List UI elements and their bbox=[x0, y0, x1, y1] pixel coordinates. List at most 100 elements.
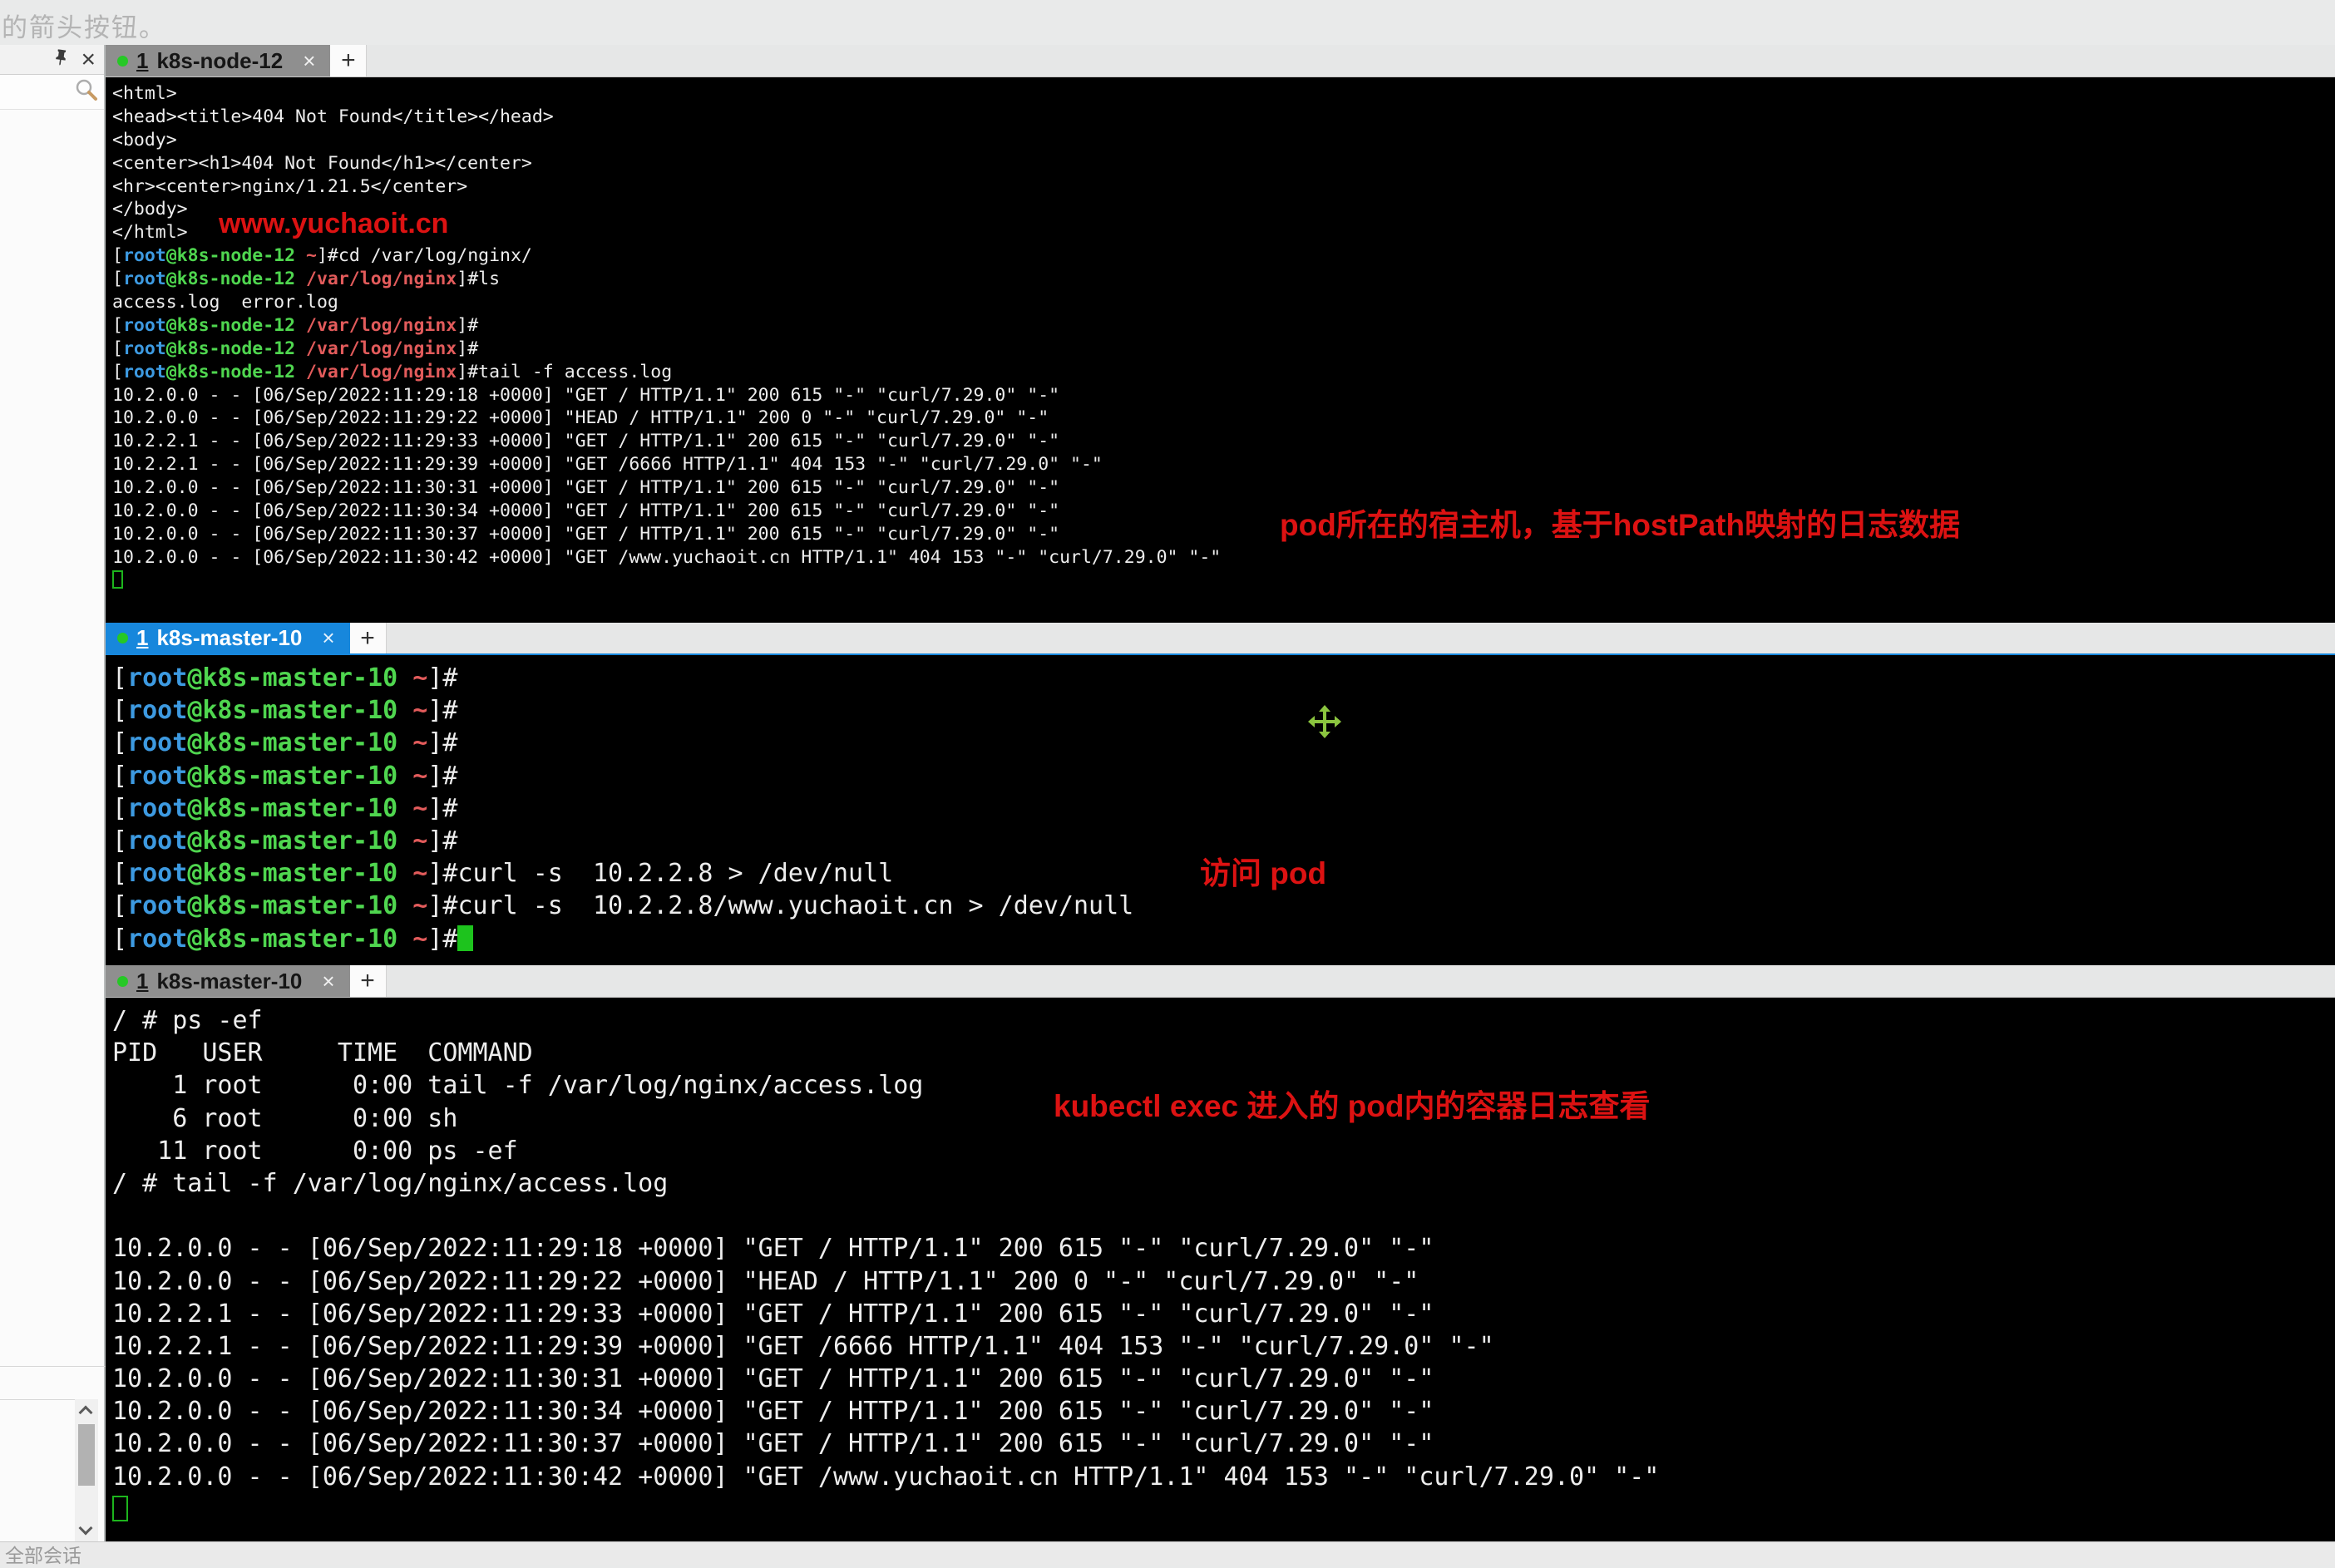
move-crosshair-cursor-icon bbox=[1310, 707, 1340, 737]
session-manager-panel: × bbox=[0, 45, 106, 1541]
text-segment: 10.2.0.0 - - [06/Sep/2022:11:30:37 +0000… bbox=[112, 524, 1059, 545]
text-segment: root bbox=[127, 762, 187, 791]
text-segment: /var/log/nginx bbox=[306, 315, 457, 336]
panel-header: × bbox=[0, 45, 104, 75]
text-segment: root bbox=[127, 859, 187, 888]
terminal-prompt-line: [root@k8s-node-12 /var/log/nginx]# bbox=[112, 314, 2335, 338]
close-tab-icon[interactable]: × bbox=[322, 625, 334, 651]
terminal-output-line: <html> bbox=[112, 82, 2335, 106]
terminal-output-line: 10.2.2.1 - - [06/Sep/2022:11:29:33 +0000… bbox=[112, 430, 2335, 453]
text-segment: 10.2.0.0 - - [06/Sep/2022:11:29:18 +0000… bbox=[112, 1234, 1434, 1263]
terminal-pane-master10: 1 k8s-master-10 × + [root@k8s-master-10 … bbox=[106, 623, 2335, 965]
terminal-output-line: <hr><center>nginx/1.21.5</center> bbox=[112, 175, 2335, 199]
text-segment: </html> bbox=[112, 222, 188, 243]
tab-number: 1 bbox=[136, 969, 148, 994]
text-segment: 6 root 0:00 sh bbox=[112, 1104, 457, 1133]
sidebar-scrollbar[interactable] bbox=[75, 1399, 98, 1541]
text-segment: ]# bbox=[427, 859, 457, 888]
text-segment: 10.2.0.0 - - [06/Sep/2022:11:30:42 +0000… bbox=[112, 547, 1221, 568]
terminal-prompt-line: [root@k8s-node-12 /var/log/nginx]# bbox=[112, 338, 2335, 361]
pin-icon[interactable] bbox=[52, 48, 71, 71]
terminal-prompt-line: [root@k8s-master-10 ~]# bbox=[112, 662, 2335, 694]
terminal-prompt-line: [root@k8s-master-10 ~]# bbox=[112, 727, 2335, 759]
text-segment: 10.2.2.1 - - [06/Sep/2022:11:29:39 +0000… bbox=[112, 454, 1103, 475]
text-segment: root bbox=[123, 245, 166, 266]
text-segment bbox=[295, 338, 306, 359]
text-segment: ]# bbox=[427, 696, 457, 725]
terminal-screen-master10[interactable]: [root@k8s-master-10 ~]#[root@k8s-master-… bbox=[106, 655, 2335, 965]
text-segment: @k8s-master-10 bbox=[187, 925, 397, 954]
tab-label: k8s-node-12 bbox=[156, 48, 283, 74]
text-segment: </body> bbox=[112, 199, 188, 219]
text-segment: root bbox=[123, 338, 166, 359]
annotation-kubectl-exec: kubectl exec 进入的 pod内的容器日志查看 bbox=[1054, 1081, 1651, 1126]
text-segment: 10.2.0.0 - - [06/Sep/2022:11:29:18 +0000… bbox=[112, 385, 1059, 406]
text-segment: [ bbox=[112, 362, 123, 382]
text-segment bbox=[397, 762, 412, 791]
terminal-prompt-line: [root@k8s-master-10 ~]# bbox=[112, 694, 2335, 727]
terminal-output-line: 10.2.2.1 - - [06/Sep/2022:11:29:39 +0000… bbox=[112, 1330, 2335, 1363]
text-segment: /var/log/nginx bbox=[306, 269, 457, 289]
terminal-prompt-line: [root@k8s-master-10 ~]# bbox=[112, 760, 2335, 792]
new-tab-button[interactable]: + bbox=[350, 623, 387, 653]
new-tab-button[interactable]: + bbox=[330, 45, 367, 76]
text-segment: ]# bbox=[457, 315, 478, 336]
text-segment: ]# bbox=[427, 826, 457, 855]
text-segment: @k8s-node-12 bbox=[166, 362, 295, 382]
text-segment: root bbox=[123, 315, 166, 336]
annotation-hostpath-note: pod所在的宿主机，基于hostPath映射的日志数据 bbox=[1280, 500, 1960, 545]
terminal-output-line: 10.2.0.0 - - [06/Sep/2022:11:30:37 +0000… bbox=[112, 1427, 2335, 1460]
text-segment: @k8s-master-10 bbox=[187, 663, 397, 693]
text-segment: PID USER TIME COMMAND bbox=[112, 1038, 533, 1068]
terminal-output-line: 10.2.0.0 - - [06/Sep/2022:11:29:18 +0000… bbox=[112, 1232, 2335, 1265]
close-tab-icon[interactable]: × bbox=[303, 48, 315, 74]
text-segment: root bbox=[123, 269, 166, 289]
text-segment: @k8s-master-10 bbox=[187, 762, 397, 791]
panel-divider bbox=[0, 1366, 106, 1367]
terminal-client-window: 的箭头按钮。 × bbox=[0, 0, 2335, 1565]
terminal-output-line bbox=[112, 1493, 2335, 1526]
text-segment: [ bbox=[112, 696, 127, 725]
terminal-prompt-line: [root@k8s-master-10 ~]# bbox=[112, 792, 2335, 825]
terminal-output-line: <body> bbox=[112, 129, 2335, 152]
tab-bar: 1 k8s-node-12 × + bbox=[106, 45, 2335, 77]
terminal-prompt-line: [root@k8s-node-12 ~]#cd /var/log/nginx/ bbox=[112, 244, 2335, 268]
terminal-screen-pod-shell[interactable]: / # ps -efPID USER TIME COMMAND 1 root 0… bbox=[106, 998, 2335, 1541]
terminal-tab-k8s-master-10-2[interactable]: 1 k8s-master-10 × bbox=[106, 965, 350, 997]
tab-number: 1 bbox=[136, 48, 148, 74]
connected-dot-icon bbox=[117, 976, 128, 987]
text-segment: 10.2.0.0 - - [06/Sep/2022:11:30:42 +0000… bbox=[112, 1462, 1659, 1492]
text-segment: / # tail -f /var/log/nginx/access.log bbox=[112, 1169, 668, 1198]
session-search-row bbox=[0, 75, 104, 110]
search-icon[interactable] bbox=[74, 77, 99, 106]
text-segment: root bbox=[127, 696, 187, 725]
text-segment: tail -f access.log bbox=[478, 362, 672, 382]
terminal-screen-node12[interactable]: <html><head><title>404 Not Found</title>… bbox=[106, 77, 2335, 623]
text-segment: @k8s-master-10 bbox=[187, 728, 397, 757]
text-segment: [ bbox=[112, 826, 127, 855]
scrollbar-thumb[interactable] bbox=[78, 1424, 95, 1486]
terminal-lines: [root@k8s-master-10 ~]#[root@k8s-master-… bbox=[112, 662, 2335, 955]
terminal-output-line: <head><title>404 Not Found</title></head… bbox=[112, 106, 2335, 129]
text-segment: <head><title>404 Not Found</title></head… bbox=[112, 106, 554, 127]
tab-label: k8s-master-10 bbox=[156, 625, 302, 651]
text-segment: ]# bbox=[427, 663, 457, 693]
terminal-tab-k8s-master-10[interactable]: 1 k8s-master-10 × bbox=[106, 623, 350, 653]
text-segment: <center><h1>404 Not Found</h1></center> bbox=[112, 153, 532, 174]
text-segment: ~ bbox=[412, 696, 427, 725]
close-panel-icon[interactable]: × bbox=[81, 47, 96, 72]
text-segment: [ bbox=[112, 245, 123, 266]
terminal-output-line bbox=[112, 1200, 2335, 1232]
text-segment: ~ bbox=[412, 762, 427, 791]
terminal-prompt-line: [root@k8s-master-10 ~]# bbox=[112, 923, 2335, 955]
close-tab-icon[interactable]: × bbox=[322, 969, 334, 994]
connected-dot-icon bbox=[117, 633, 128, 643]
all-sessions-button[interactable]: 全部会话 bbox=[0, 1540, 81, 1568]
text-segment: @k8s-node-12 bbox=[166, 269, 295, 289]
text-segment: /var/log/nginx bbox=[306, 338, 457, 359]
terminal-tab-k8s-node-12[interactable]: 1 k8s-node-12 × bbox=[106, 45, 330, 76]
new-tab-button[interactable]: + bbox=[350, 965, 387, 997]
scroll-up-icon[interactable] bbox=[79, 1406, 93, 1420]
scroll-down-icon[interactable] bbox=[79, 1521, 93, 1536]
text-segment bbox=[295, 315, 306, 336]
